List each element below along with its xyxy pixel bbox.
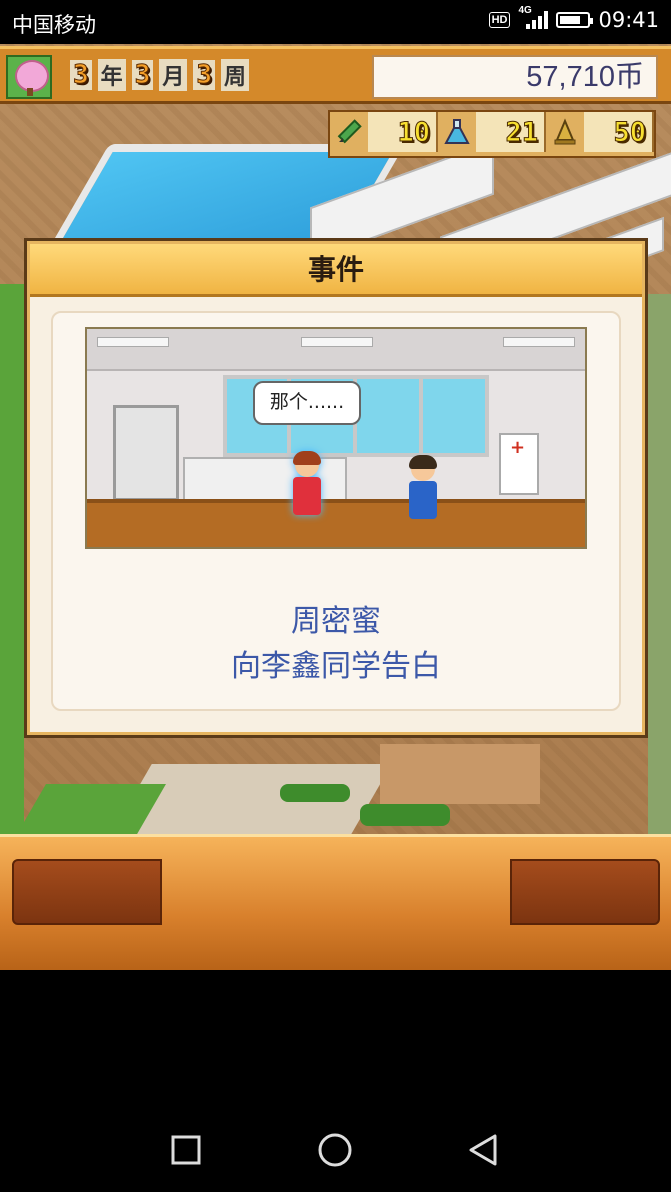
carrier-name: 中国移动 bbox=[12, 13, 96, 37]
week-number: 3 bbox=[193, 60, 215, 91]
first-aid-icon bbox=[499, 433, 539, 495]
event-dialog[interactable]: 事件 那个...... 周密蜜 向李鑫同学告白 bbox=[24, 238, 648, 738]
bottom-panel bbox=[0, 834, 671, 970]
cherry-tree-icon[interactable] bbox=[6, 55, 52, 99]
student-girl bbox=[289, 451, 325, 515]
speech-bubble: 那个...... bbox=[253, 381, 361, 425]
battery-icon bbox=[556, 12, 594, 28]
flask-icon bbox=[438, 112, 476, 152]
stat-bell: 50 bbox=[546, 112, 654, 152]
student-boy bbox=[405, 455, 441, 519]
event-student-name: 周密蜜 bbox=[291, 604, 381, 639]
money-display: 57,710币 bbox=[372, 55, 658, 99]
event-description: 向李鑫同学告白 bbox=[231, 649, 441, 684]
year-number: 3 bbox=[70, 60, 92, 91]
ceiling-lamp bbox=[301, 337, 373, 347]
court bbox=[380, 744, 540, 804]
stat-study-value: 10 bbox=[368, 112, 438, 152]
hd-icon: HD bbox=[488, 12, 511, 28]
top-hud: 3 年 3 月 3 周 57,710币 bbox=[0, 46, 671, 104]
recent-apps-icon[interactable] bbox=[164, 1128, 208, 1172]
hedge bbox=[280, 784, 350, 802]
signal-icon: 4G bbox=[518, 5, 549, 31]
battery-level bbox=[560, 16, 581, 24]
month-number: 3 bbox=[131, 60, 154, 91]
home-icon[interactable] bbox=[313, 1128, 357, 1172]
stat-science: 21 bbox=[438, 112, 546, 152]
stat-study: 10 bbox=[330, 112, 438, 152]
status-bar: 中国移动 HD 4G 09:41 bbox=[0, 0, 671, 44]
left-panel-button[interactable] bbox=[12, 859, 162, 925]
network-type: 4G bbox=[518, 5, 532, 16]
navigation-bar bbox=[0, 1110, 671, 1192]
back-icon[interactable] bbox=[462, 1128, 506, 1172]
stat-bell-value: 50 bbox=[584, 112, 654, 152]
stat-science-value: 21 bbox=[476, 112, 546, 152]
event-scene-image: 那个...... bbox=[85, 327, 587, 549]
dialog-title: 事件 bbox=[30, 244, 642, 297]
pencil-icon bbox=[330, 112, 368, 152]
locker bbox=[113, 405, 179, 501]
hedge bbox=[360, 804, 450, 826]
grass-area bbox=[648, 294, 671, 854]
ceiling-lamp bbox=[97, 337, 169, 347]
wooden-floor bbox=[87, 499, 585, 547]
ceiling-lamp bbox=[503, 337, 575, 347]
year-unit: 年 bbox=[97, 59, 126, 91]
bell-icon bbox=[546, 112, 584, 152]
clock: 09:41 bbox=[598, 8, 659, 32]
week-unit: 周 bbox=[221, 59, 250, 91]
grass-area bbox=[0, 284, 24, 844]
stats-bar: 10 21 50 bbox=[328, 110, 656, 158]
game-date: 3 年 3 月 3 周 bbox=[70, 59, 250, 91]
month-unit: 月 bbox=[159, 59, 188, 91]
classroom-ceiling bbox=[87, 329, 585, 371]
right-panel-button[interactable] bbox=[510, 859, 660, 925]
